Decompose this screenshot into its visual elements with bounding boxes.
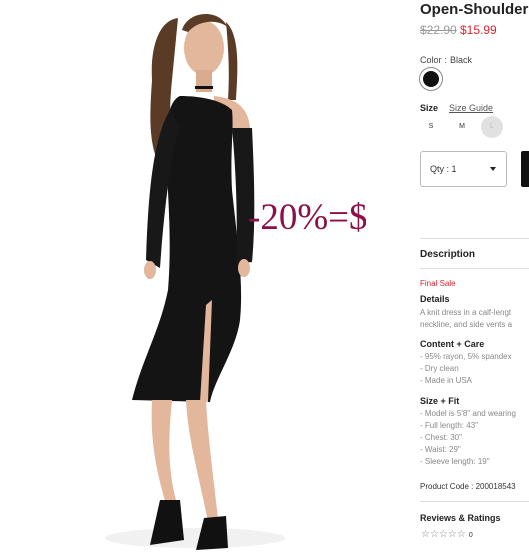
quantity-select[interactable]: Qty : 1 bbox=[420, 151, 507, 187]
reviews-heading[interactable]: Reviews & Ratings bbox=[420, 513, 501, 523]
final-sale-label: Final Sale bbox=[420, 279, 456, 288]
size-fit-line: - Chest: 30" bbox=[420, 433, 462, 442]
color-separator: : bbox=[444, 55, 448, 65]
size-label: Size bbox=[420, 103, 439, 113]
description-heading[interactable]: Description bbox=[420, 249, 475, 260]
chevron-down-icon bbox=[490, 167, 496, 171]
details-line: neckline, and side vents a bbox=[420, 320, 513, 329]
star-icons: ☆☆☆☆☆ bbox=[421, 529, 466, 540]
size-fit-line: - Sleeve length: 19" bbox=[420, 457, 490, 466]
size-option-s[interactable]: S bbox=[420, 116, 442, 138]
content-line: - 95% rayon, 5% spandex bbox=[420, 352, 512, 361]
size-option-m[interactable]: M bbox=[451, 116, 473, 138]
sale-price: $15.99 bbox=[460, 23, 497, 37]
size-guide-link[interactable]: Size Guide bbox=[449, 103, 493, 113]
color-row: Color: Black bbox=[420, 55, 472, 65]
size-fit-heading: Size + Fit bbox=[420, 396, 460, 406]
size-fit-line: - Full length: 43" bbox=[420, 421, 478, 430]
details-line: A knit dress in a calf-lengt bbox=[420, 308, 512, 317]
model-illustration bbox=[105, 13, 285, 550]
divider bbox=[420, 268, 529, 269]
product-image[interactable] bbox=[0, 0, 366, 556]
color-value: Black bbox=[450, 55, 473, 65]
content-line: - Made in USA bbox=[420, 376, 473, 385]
product-title: Open-Shoulder bbox=[420, 1, 529, 18]
review-count: 0 bbox=[468, 532, 473, 539]
product-code: Product Code : 200018543 bbox=[420, 482, 516, 491]
content-line: - Dry clean bbox=[420, 364, 459, 373]
divider bbox=[420, 238, 529, 239]
quantity-value: Qty : 1 bbox=[430, 164, 457, 174]
size-fit-line: - Waist: 29" bbox=[420, 445, 461, 454]
size-option-l[interactable]: L bbox=[481, 116, 503, 138]
color-label: Color bbox=[420, 55, 442, 65]
content-care-heading: Content + Care bbox=[420, 339, 485, 349]
add-to-bag-button[interactable] bbox=[521, 151, 529, 187]
color-swatch-black[interactable] bbox=[419, 67, 443, 91]
original-price: $22.90 bbox=[420, 23, 457, 37]
size-fit-line: - Model is 5'8" and wearing bbox=[420, 409, 516, 418]
divider bbox=[420, 501, 529, 502]
product-details-panel: Open-Shoulder $22.90 $15.99 Color: Black … bbox=[366, 0, 529, 556]
details-heading: Details bbox=[420, 294, 450, 304]
star-rating: ☆☆☆☆☆ 0 bbox=[421, 529, 473, 540]
